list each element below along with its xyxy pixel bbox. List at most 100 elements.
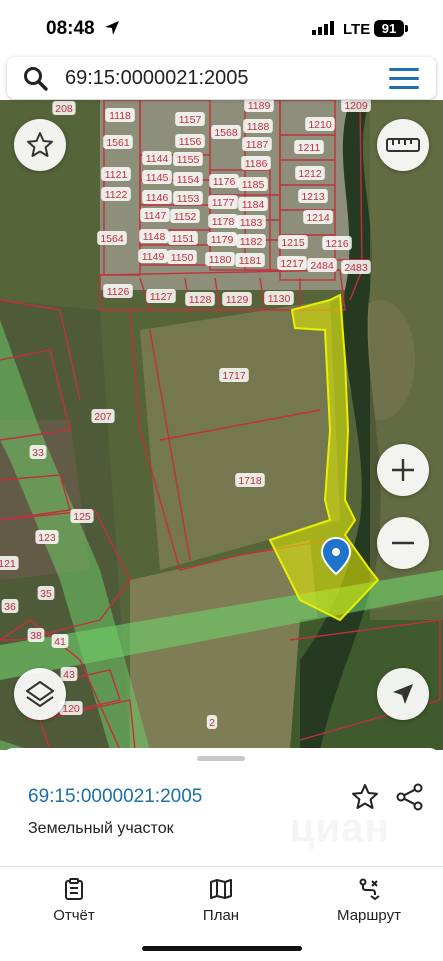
parcel-label-1211[interactable]: 1211 (294, 140, 324, 154)
parcel-label-1152[interactable]: 1152 (170, 209, 200, 223)
svg-text:123: 123 (38, 532, 56, 544)
parcel-label-1216[interactable]: 1216 (322, 236, 352, 250)
parcel-label-1180[interactable]: 1180 (205, 252, 235, 266)
svg-text:41: 41 (54, 636, 66, 648)
parcel-label-1568[interactable]: 1568 (211, 125, 241, 139)
parcel-label-1176[interactable]: 1176 (209, 174, 239, 188)
sheet-drag-handle[interactable] (197, 756, 245, 761)
tab-report[interactable]: Отчёт (19, 877, 129, 924)
cadastral-map[interactable]: 208 1118 1157 1189 1209 1210 1561 1156 1568 1188 1… (0, 100, 443, 750)
parcel-label-1189[interactable]: 1189 (244, 100, 274, 112)
svg-text:2: 2 (209, 717, 215, 729)
parcel-label-1129[interactable]: 1129 (222, 292, 252, 306)
parcel-label-1128[interactable]: 1128 (185, 292, 215, 306)
parcel-label-1209[interactable]: 1209 (341, 100, 371, 112)
parcel-label-1146[interactable]: 1146 (142, 190, 172, 204)
navigation-arrow-icon (393, 684, 413, 704)
zoom-out-button[interactable] (377, 517, 429, 569)
route-icon (359, 878, 380, 901)
svg-text:1188: 1188 (247, 121, 270, 133)
svg-text:1183: 1183 (240, 217, 263, 229)
parcel-label-1150[interactable]: 1150 (167, 250, 197, 264)
parcel-label-1183[interactable]: 1183 (236, 215, 266, 229)
parcel-label-1144[interactable]: 1144 (142, 151, 172, 165)
svg-text:1177: 1177 (212, 197, 235, 209)
parcel-label-1153[interactable]: 1153 (173, 191, 203, 205)
parcel-label-1186[interactable]: 1186 (241, 156, 271, 170)
parcel-label-1121[interactable]: 1121 (101, 167, 131, 181)
parcel-label-1157[interactable]: 1157 (175, 112, 205, 126)
parcel-label-1122[interactable]: 1122 (101, 187, 131, 201)
parcel-label-123[interactable]: 123 (35, 530, 59, 544)
parcel-label-1718[interactable]: 1718 (235, 473, 265, 487)
battery-icon (405, 25, 408, 32)
parcel-label-2484[interactable]: 2484 (307, 258, 337, 272)
parcel-label-207[interactable]: 207 (91, 409, 115, 423)
parcel-label-1148[interactable]: 1148 (139, 229, 169, 243)
parcel-label-36[interactable]: 36 (1, 599, 19, 613)
svg-text:1564: 1564 (100, 233, 124, 245)
menu-icon[interactable] (389, 68, 419, 90)
satellite-map-canvas[interactable]: 208 1118 1157 1189 1209 1210 1561 1156 1568 1188 1… (0, 100, 443, 750)
parcel-label-1178[interactable]: 1178 (208, 214, 238, 228)
parcel-label-2483[interactable]: 2483 (341, 260, 371, 274)
parcel-label-1185[interactable]: 1185 (238, 177, 268, 191)
parcel-label-1179[interactable]: 1179 (207, 232, 237, 246)
parcel-label-1154[interactable]: 1154 (173, 172, 203, 186)
parcel-label-1184[interactable]: 1184 (238, 197, 268, 211)
parcel-label-125[interactable]: 125 (70, 509, 94, 523)
parcel-label-1215[interactable]: 1215 (278, 235, 308, 249)
parcel-label-1156[interactable]: 1156 (175, 134, 205, 148)
parcel-label-208[interactable]: 208 (52, 101, 76, 115)
favorite-button[interactable] (350, 782, 380, 817)
parcel-label-1149[interactable]: 1149 (138, 249, 168, 263)
parcel-info-sheet[interactable]: циан 69:15:0000021:2005 Земельный участо… (0, 748, 443, 866)
layers-button[interactable] (14, 668, 66, 720)
parcel-label-1561[interactable]: 1561 (103, 135, 133, 149)
parcel-label-1213[interactable]: 1213 (298, 189, 328, 203)
ruler-button[interactable] (377, 119, 429, 171)
parcel-label-1147[interactable]: 1147 (140, 208, 170, 222)
parcel-label-1182[interactable]: 1182 (236, 234, 266, 248)
svg-text:1122: 1122 (105, 189, 128, 201)
parcel-label-1564[interactable]: 1564 (97, 231, 127, 245)
parcel-label-43[interactable]: 43 (60, 667, 78, 681)
parcel-label-1151[interactable]: 1151 (168, 231, 198, 245)
parcel-label-1214[interactable]: 1214 (303, 210, 333, 224)
parcel-label-1126[interactable]: 1126 (103, 284, 133, 298)
parcel-label-1145[interactable]: 1145 (142, 170, 172, 184)
parcel-label-2[interactable]: 2 (206, 715, 218, 729)
zoom-in-button[interactable] (377, 444, 429, 496)
parcel-label-1187[interactable]: 1187 (242, 137, 272, 151)
parcel-label-1177[interactable]: 1177 (208, 195, 238, 209)
parcel-label-33[interactable]: 33 (29, 445, 47, 459)
search-bar[interactable] (7, 57, 436, 99)
svg-text:1181: 1181 (239, 255, 262, 267)
svg-text:33: 33 (32, 447, 44, 459)
parcel-label-38[interactable]: 38 (27, 628, 45, 642)
parcel-label-1188[interactable]: 1188 (243, 119, 273, 133)
svg-text:1568: 1568 (214, 127, 238, 139)
parcel-label-1127[interactable]: 1127 (146, 289, 176, 303)
parcel-label-41[interactable]: 41 (51, 634, 69, 648)
parcel-label-1181[interactable]: 1181 (235, 253, 265, 267)
parcel-label-35[interactable]: 35 (37, 586, 55, 600)
parcel-label-1212[interactable]: 1212 (295, 166, 325, 180)
parcel-label-1210[interactable]: 1210 (305, 117, 335, 131)
parcel-label-1130[interactable]: 1130 (264, 291, 294, 305)
parcel-label-1118[interactable]: 1118 (105, 108, 135, 122)
parcel-label-1717[interactable]: 1717 (219, 368, 249, 382)
parcel-label-1217[interactable]: 1217 (277, 256, 307, 270)
favorite-map-button[interactable] (14, 119, 66, 171)
search-input[interactable] (65, 57, 365, 99)
tab-plan[interactable]: План (166, 877, 276, 924)
svg-text:1129: 1129 (226, 294, 249, 306)
my-location-button[interactable] (377, 668, 429, 720)
signal-icon (312, 21, 336, 40)
parcel-label-121[interactable]: 121 (0, 556, 19, 570)
share-button[interactable] (395, 782, 425, 817)
tab-route[interactable]: Маршрут (314, 877, 424, 924)
parcel-label-1155[interactable]: 1155 (173, 152, 203, 166)
search-icon[interactable] (23, 66, 49, 97)
svg-text:1215: 1215 (281, 237, 305, 249)
